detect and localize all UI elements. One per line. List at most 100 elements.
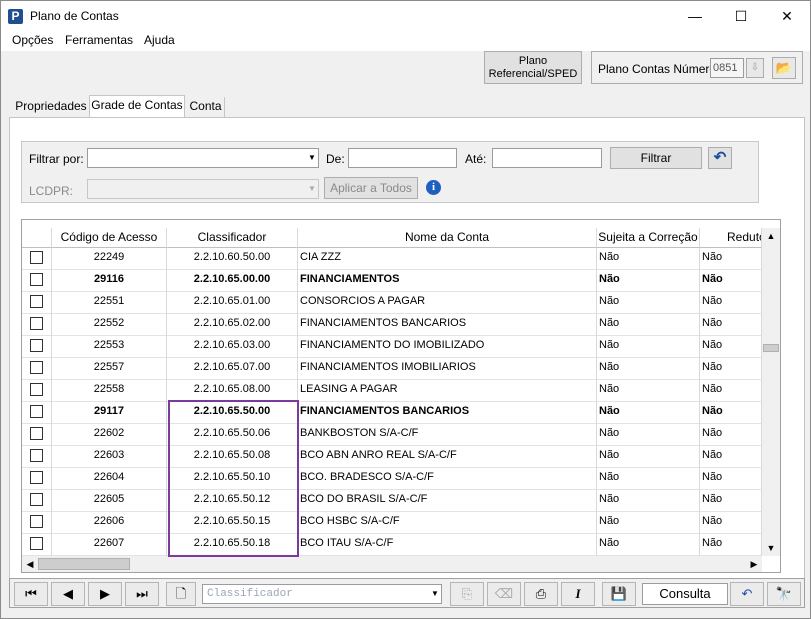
checkbox-icon[interactable] (30, 339, 43, 352)
vertical-scroll-thumb[interactable] (763, 344, 779, 352)
open-folder-icon[interactable]: 📂 (772, 57, 796, 79)
first-record-icon[interactable]: ⏮ (14, 582, 48, 606)
row-checkbox[interactable] (22, 490, 52, 512)
new-document-icon[interactable]: 🗋 (166, 582, 196, 606)
cell-codigo: 22553 (52, 336, 167, 358)
checkbox-icon[interactable] (30, 317, 43, 330)
tab-conta[interactable]: Conta (187, 97, 225, 117)
checkbox-icon[interactable] (30, 383, 43, 396)
plano-de-contas-window: P Plano de Contas — ☐ ✕ Opções Ferrament… (0, 0, 811, 619)
menu-ferramentas[interactable]: Ferramentas (65, 33, 133, 47)
italic-icon[interactable]: I (561, 582, 595, 606)
plano-numero-field[interactable]: 0851 (710, 58, 744, 78)
classificador-select[interactable]: Classificador ▼ (202, 584, 442, 604)
cell-sujeita: Não (597, 446, 700, 468)
cell-sujeita: Não (597, 424, 700, 446)
table-row[interactable]: 29116 2.2.10.65.00.00 FINANCIAMENTOS Não Não (22, 270, 762, 292)
binoculars-search-icon[interactable]: 🔭 (767, 582, 801, 606)
close-button[interactable]: ✕ (764, 1, 810, 31)
maximize-button[interactable]: ☐ (718, 1, 764, 31)
cell-classificador: 2.2.10.65.08.00 (167, 380, 298, 402)
undo-filter-icon[interactable]: ↶ (708, 147, 732, 169)
cell-sujeita: Não (597, 358, 700, 380)
tab-propriedades[interactable]: Propriedades (15, 97, 87, 117)
vertical-scrollbar[interactable]: ▲ ▼ (762, 228, 780, 556)
horizontal-scroll-thumb[interactable] (38, 558, 130, 570)
table-row[interactable]: 22553 2.2.10.65.03.00 FINANCIAMENTO DO IMO… (22, 336, 762, 358)
header-classificador[interactable]: Classificador (167, 228, 298, 248)
info-icon[interactable]: i (426, 180, 441, 195)
table-row[interactable]: 29117 2.2.10.65.50.00 FINANCIAMENTOS BANCA… (22, 402, 762, 424)
table-row[interactable]: 22557 2.2.10.65.07.00 FINANCIAMENTOS IMOBI… (22, 358, 762, 380)
row-checkbox[interactable] (22, 358, 52, 380)
checkbox-icon[interactable] (30, 471, 43, 484)
table-row[interactable]: 22607 2.2.10.65.50.18 BCO ITAU S/A-C/F Não N… (22, 534, 762, 556)
checkbox-icon[interactable] (30, 493, 43, 506)
table-row[interactable]: 22603 2.2.10.65.50.08 BCO ABN ANRO REAL S/… (22, 446, 762, 468)
copy-icon[interactable]: ⎘ (450, 582, 484, 606)
next-record-icon[interactable]: ▶ (88, 582, 122, 606)
table-row[interactable]: 22606 2.2.10.65.50.15 BCO HSBC S/A-C/F Não N… (22, 512, 762, 534)
table-row[interactable]: 22552 2.2.10.65.02.00 FINANCIAMENTOS BANCA… (22, 314, 762, 336)
row-checkbox[interactable] (22, 270, 52, 292)
checkbox-icon[interactable] (30, 273, 43, 286)
plano-numero-spin-icon[interactable]: ⇩ (746, 58, 764, 78)
cell-sujeita: Não (597, 490, 700, 512)
scroll-right-icon[interactable]: ▶ (746, 556, 762, 572)
menu-ajuda[interactable]: Ajuda (144, 33, 175, 47)
row-checkbox[interactable] (22, 380, 52, 402)
filtrar-por-select[interactable]: ▼ (87, 148, 319, 168)
checkbox-icon[interactable] (30, 405, 43, 418)
row-checkbox[interactable] (22, 248, 52, 270)
horizontal-scrollbar[interactable]: ◀ ▶ (22, 556, 762, 572)
save-icon[interactable]: 💾 (602, 582, 636, 606)
header-codigo[interactable]: Código de Acesso (52, 228, 167, 248)
previous-record-icon[interactable]: ◀ (51, 582, 85, 606)
scroll-up-icon[interactable]: ▲ (763, 228, 779, 244)
row-checkbox[interactable] (22, 424, 52, 446)
row-checkbox[interactable] (22, 468, 52, 490)
checkbox-icon[interactable] (30, 515, 43, 528)
lcdpr-select[interactable]: ▼ (87, 179, 319, 199)
plano-referencial-sped-button[interactable]: Plano Referencial/SPED (484, 51, 582, 84)
cell-sujeita: Não (597, 270, 700, 292)
undo-icon[interactable]: ↶ (730, 582, 764, 606)
row-checkbox[interactable] (22, 446, 52, 468)
cell-sujeita: Não (597, 380, 700, 402)
row-checkbox[interactable] (22, 314, 52, 336)
row-checkbox[interactable] (22, 292, 52, 314)
minimize-button[interactable]: — (672, 1, 718, 31)
checkbox-icon[interactable] (30, 427, 43, 440)
checkbox-icon[interactable] (30, 361, 43, 374)
checkbox-icon[interactable] (30, 449, 43, 462)
table-row[interactable]: 22558 2.2.10.65.08.00 LEASING A PAGAR Não Nã… (22, 380, 762, 402)
header-redutora[interactable]: Redutora (700, 228, 762, 248)
table-row[interactable]: 22604 2.2.10.65.50.10 BCO. BRADESCO S/A-C/… (22, 468, 762, 490)
ate-input[interactable] (492, 148, 602, 168)
table-row[interactable]: 22602 2.2.10.65.50.06 BANKBOSTON S/A-C/F Nã… (22, 424, 762, 446)
filtrar-button[interactable]: Filtrar (610, 147, 702, 169)
checkbox-icon[interactable] (30, 251, 43, 264)
last-record-icon[interactable]: ⏭ (125, 582, 159, 606)
row-checkbox[interactable] (22, 534, 52, 556)
print-icon[interactable]: ⎙ (524, 582, 558, 606)
checkbox-icon[interactable] (30, 295, 43, 308)
de-input[interactable] (348, 148, 457, 168)
scroll-left-icon[interactable]: ◀ (22, 556, 38, 572)
row-checkbox[interactable] (22, 402, 52, 424)
checkbox-icon[interactable] (30, 537, 43, 550)
table-row[interactable]: 22605 2.2.10.65.50.12 BCO DO BRASIL S/A-C/… (22, 490, 762, 512)
scroll-down-icon[interactable]: ▼ (763, 540, 779, 556)
table-row[interactable]: 22551 2.2.10.65.01.00 CONSORCIOS A PAGAR Nã… (22, 292, 762, 314)
row-checkbox[interactable] (22, 336, 52, 358)
aplicar-a-todos-button[interactable]: Aplicar a Todos (324, 177, 418, 199)
delete-icon[interactable]: ⌫ (487, 582, 521, 606)
header-sujeita[interactable]: Sujeita a Correção (597, 228, 700, 248)
menu-opcoes[interactable]: Opções (12, 33, 53, 47)
cell-redutora: Não (700, 358, 762, 380)
tab-grade-de-contas[interactable]: Grade de Contas (89, 95, 185, 118)
header-nome[interactable]: Nome da Conta (298, 228, 597, 248)
table-row[interactable]: 22249 2.2.10.60.50.00 CIA ZZZ Não Não (22, 248, 762, 270)
row-checkbox[interactable] (22, 512, 52, 534)
cell-sujeita: Não (597, 468, 700, 490)
